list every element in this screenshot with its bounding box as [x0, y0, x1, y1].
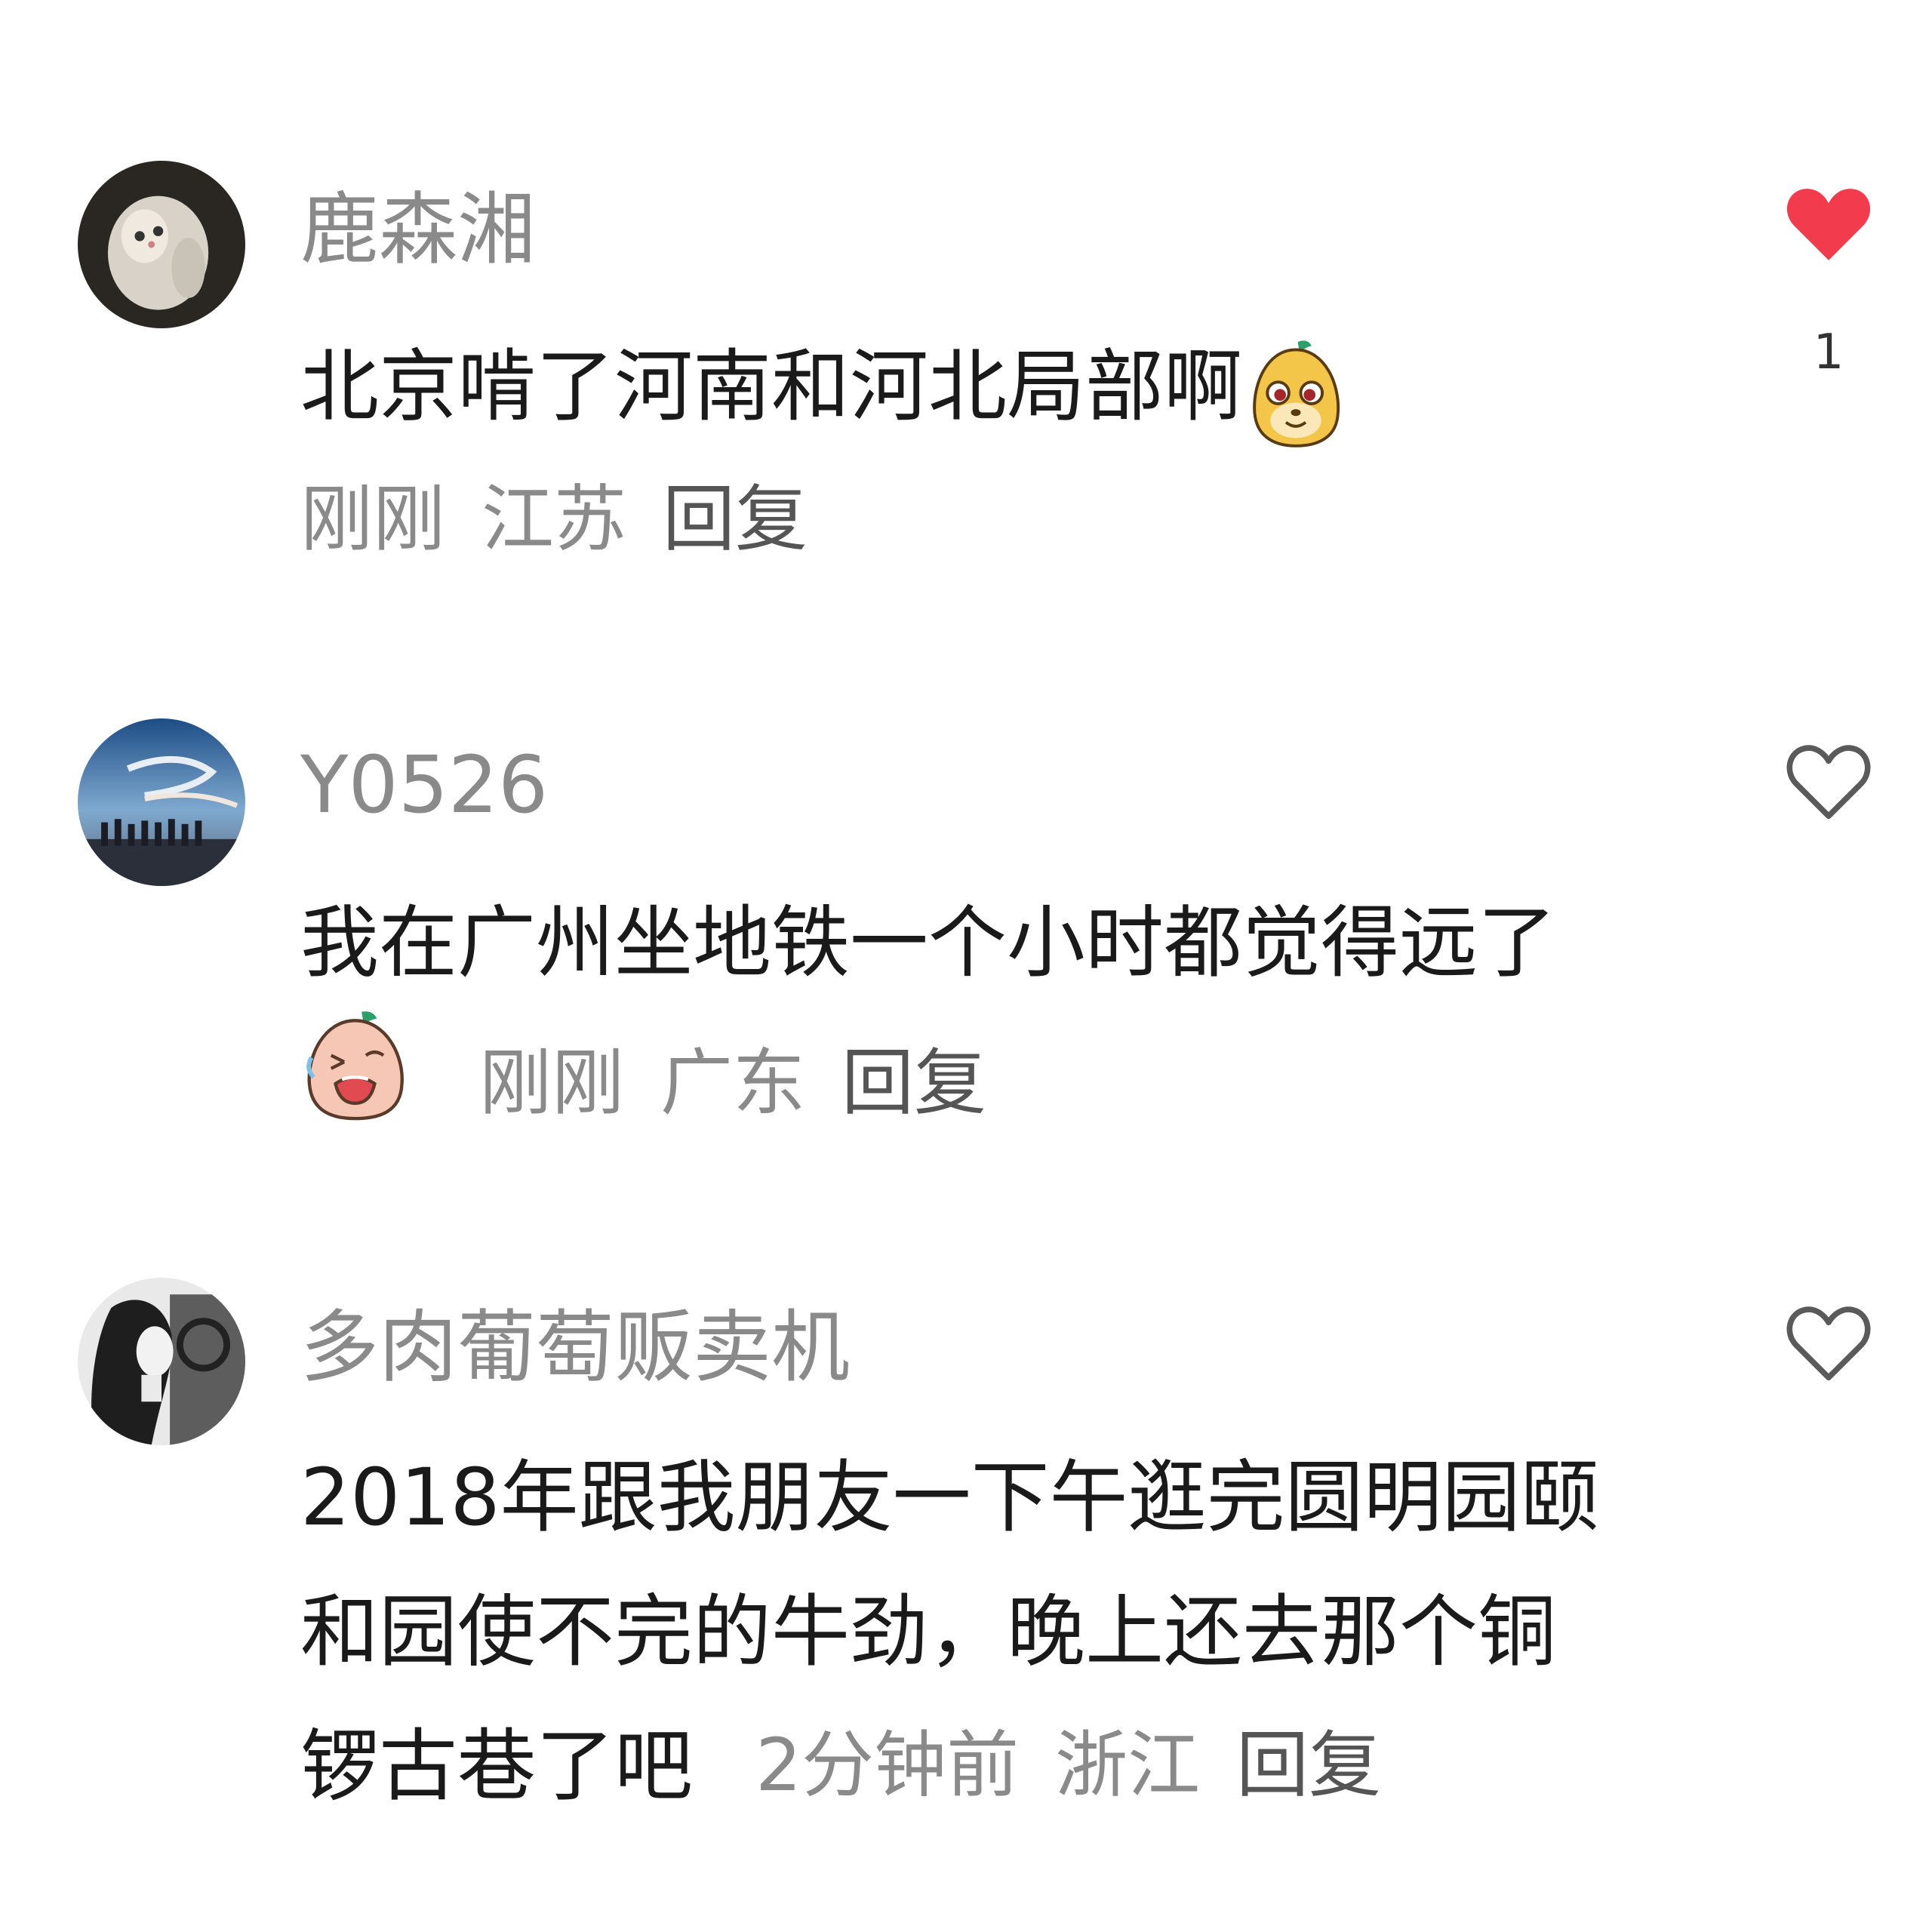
comment-text-line-tail: 锣古巷了吧 — [300, 1720, 694, 1812]
comment-text-line: 锣古巷了吧 2分钟前 浙江 回复 — [300, 1699, 1599, 1833]
comment-meta: 刚刚 广东 回复 — [479, 1038, 1023, 1128]
like-button[interactable] — [1781, 1296, 1876, 1391]
comment-text: 北京啃了河南和河北局部啊 — [300, 319, 1345, 454]
girl-bw-avatar-icon — [78, 1278, 245, 1445]
like-button[interactable] — [1781, 177, 1876, 272]
reply-button[interactable]: 回复 — [663, 477, 808, 561]
comment-location: 广东 — [660, 1041, 805, 1125]
comment-time: 刚刚 — [300, 477, 445, 561]
heart-outline-icon — [1786, 745, 1871, 820]
heart-outline-icon — [1786, 1306, 1871, 1381]
comment-text-line: 和园使不完的牛劲，晚上还去那个铜 — [300, 1586, 1557, 1678]
cat-avatar-icon — [78, 161, 245, 328]
username[interactable]: 鹿森湘 — [300, 184, 536, 275]
comment-meta: 刚刚 江苏 回复 — [300, 474, 844, 565]
reply-button[interactable]: 回复 — [841, 1041, 986, 1125]
like-count: 1 — [1813, 325, 1844, 380]
comment-text-line: 我在广州坐地铁一个小时都觉得远了 — [300, 897, 1557, 989]
avatar[interactable] — [78, 1278, 245, 1445]
comment-location: 浙江 — [1055, 1723, 1201, 1807]
comment-time: 刚刚 — [479, 1041, 624, 1125]
comment-time: 2分钟前 — [755, 1723, 1020, 1807]
username[interactable]: 多肉葡萄贩卖机 — [300, 1302, 850, 1392]
comment-text-line: 2018年跟我朋友一下午逛完圆明园颐 — [300, 1451, 1599, 1543]
username[interactable]: Y0526 — [300, 740, 548, 830]
comment-text-line: 北京啃了河南和河北局部啊 — [300, 340, 1243, 432]
comment-text: 2018年跟我朋友一下午逛完圆明园颐 和园使不完的牛劲，晚上还去那个铜 锣古巷了… — [300, 1430, 1599, 1833]
smug-fruit-emoji-icon — [1247, 336, 1345, 449]
comment-meta: 2分钟前 浙江 回复 — [755, 1723, 1417, 1807]
sky-crowd-avatar-icon — [78, 718, 245, 886]
crying-fruit-emoji-icon — [300, 1008, 410, 1121]
avatar[interactable] — [78, 718, 245, 886]
heart-filled-icon — [1786, 189, 1871, 260]
avatar[interactable] — [78, 161, 245, 328]
reply-button[interactable]: 回复 — [1236, 1723, 1381, 1807]
comment-location: 江苏 — [481, 477, 626, 561]
comment-text: 我在广州坐地铁一个小时都觉得远了 — [300, 875, 1556, 1010]
like-button[interactable] — [1781, 734, 1876, 829]
